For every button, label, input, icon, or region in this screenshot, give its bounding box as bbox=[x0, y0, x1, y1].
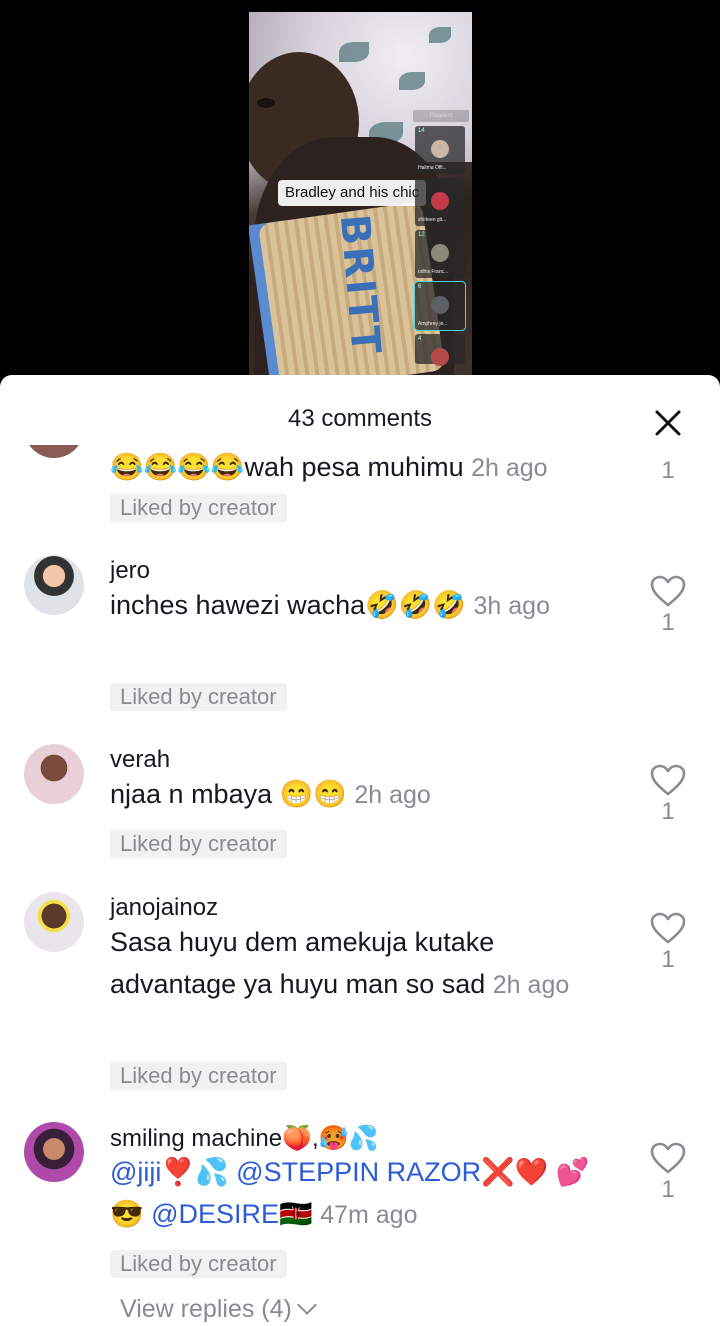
comment-item: smiling machine🍑,🥵💦 @jiji❣️💦 @STEPPIN RA… bbox=[0, 1120, 720, 1326]
comments-count-title: 43 comments bbox=[287, 405, 433, 432]
like-control[interactable]: 1 bbox=[648, 1142, 688, 1204]
close-icon bbox=[655, 410, 681, 436]
comment-time: 3h ago bbox=[473, 592, 550, 620]
comment-item: janojainoz Sasa huyu dem amekuja kutake … bbox=[0, 890, 720, 1110]
request-header[interactable]: Request bbox=[413, 110, 469, 122]
heart-icon[interactable] bbox=[650, 1142, 686, 1174]
comment-time: 47m ago bbox=[320, 1201, 418, 1229]
comment-emoji: 🇰🇪 bbox=[279, 1199, 313, 1229]
comment-item: verah njaa n mbaya 😁😁 2h ago Liked by cr… bbox=[0, 742, 720, 872]
comment-time: 2h ago bbox=[492, 971, 570, 999]
chevron-down-icon bbox=[296, 1295, 317, 1315]
heart-icon[interactable] bbox=[650, 764, 686, 796]
like-control[interactable]: 1 bbox=[648, 912, 688, 974]
like-control[interactable]: 1 bbox=[648, 575, 688, 637]
like-control[interactable]: 1 bbox=[648, 764, 688, 826]
comment-username[interactable]: smiling machine🍑,🥵💦 bbox=[110, 1124, 378, 1153]
liked-by-creator-badge: Liked by creator bbox=[110, 830, 287, 858]
guest-avatar bbox=[431, 140, 449, 158]
guest-avatar bbox=[431, 348, 449, 366]
guest-avatar bbox=[431, 244, 449, 262]
view-replies-label: View replies (4) bbox=[120, 1295, 292, 1323]
guest-name: Halima Offi... bbox=[418, 165, 447, 171]
guest-count: 6 bbox=[418, 284, 422, 290]
comment-list[interactable]: 😂😂😂😂wah pesa muhimu 2h ago Liked by crea… bbox=[0, 445, 720, 1326]
mention-link[interactable]: @jiji bbox=[110, 1157, 161, 1187]
like-count: 1 bbox=[661, 798, 675, 825]
comment-item: 😂😂😂😂wah pesa muhimu 2h ago Liked by crea… bbox=[0, 445, 720, 535]
commenter-avatar[interactable] bbox=[24, 892, 84, 952]
guest-name: Amphrey je... bbox=[418, 321, 448, 327]
guest-tile-selected[interactable]: 6 Amphrey je... bbox=[414, 281, 466, 331]
comment-username[interactable]: verah bbox=[110, 746, 170, 774]
guest-tile[interactable]: shirleen git... bbox=[415, 178, 465, 226]
comment-text: 😂😂😂😂wah pesa muhimu 2h ago bbox=[110, 446, 610, 489]
comments-sheet: 43 comments 😂😂😂😂wah pesa muhimu 2h ago L… bbox=[0, 375, 720, 1326]
guest-count: 4 bbox=[418, 336, 422, 342]
comment-username[interactable]: jero bbox=[110, 557, 150, 585]
comment-time: 2h ago bbox=[471, 454, 548, 482]
guest-avatar bbox=[431, 192, 449, 210]
guest-count: 12 bbox=[418, 232, 425, 238]
comment-item: jero inches hawezi wacha🤣🤣🤣 3h ago Liked… bbox=[0, 553, 720, 733]
heart-icon[interactable] bbox=[650, 575, 686, 607]
comment-text: @jiji❣️💦 @STEPPIN RAZOR❌❤️ 💕😎 @DESIRE🇰🇪 … bbox=[110, 1151, 610, 1236]
liked-by-creator-badge: Liked by creator bbox=[110, 1062, 287, 1090]
comment-body: 😂😂😂😂wah pesa muhimu bbox=[110, 452, 464, 482]
like-count: 1 bbox=[661, 609, 675, 636]
comment-body: Sasa huyu dem amekuja kutake advantage y… bbox=[110, 927, 495, 999]
like-count: 1 bbox=[661, 946, 675, 973]
comment-time: 2h ago bbox=[354, 781, 431, 809]
streamer-eye bbox=[257, 98, 275, 108]
guest-tile[interactable]: 12 odhis Franc... bbox=[415, 230, 465, 278]
comment-username[interactable]: janojainoz bbox=[110, 894, 218, 922]
guest-name: odhis Franc... bbox=[418, 269, 449, 275]
comment-body: inches hawezi wacha🤣🤣🤣 bbox=[110, 590, 466, 620]
view-replies-button[interactable]: View replies (4) bbox=[120, 1295, 317, 1324]
mention-link[interactable]: @DESIRE bbox=[151, 1199, 279, 1229]
mention-link[interactable]: @STEPPIN RAZOR bbox=[236, 1157, 481, 1187]
video-area[interactable]: BRITT Bradley and his chic Request 14 Ha… bbox=[0, 0, 720, 390]
wall-leaf bbox=[399, 72, 425, 90]
comment-emoji: ❣️💦 bbox=[161, 1157, 237, 1187]
guest-tile[interactable]: 4 bbox=[415, 334, 465, 366]
guest-tile[interactable]: 14 Halima Offi... bbox=[415, 126, 465, 174]
commenter-avatar[interactable] bbox=[24, 1122, 84, 1182]
close-button[interactable] bbox=[650, 405, 686, 441]
commenter-avatar[interactable] bbox=[24, 555, 84, 615]
liked-by-creator-badge: Liked by creator bbox=[110, 1250, 287, 1278]
guest-avatar bbox=[431, 296, 449, 314]
video-caption: Bradley and his chic bbox=[278, 180, 427, 206]
commenter-avatar[interactable] bbox=[24, 445, 84, 458]
comment-text: Sasa huyu dem amekuja kutake advantage y… bbox=[110, 921, 620, 1006]
liked-by-creator-badge: Liked by creator bbox=[110, 683, 287, 711]
like-control[interactable]: 1 bbox=[648, 455, 688, 485]
commenter-avatar[interactable] bbox=[24, 744, 84, 804]
like-count: 1 bbox=[661, 1176, 675, 1203]
wall-leaf bbox=[339, 42, 369, 62]
wall-leaf bbox=[429, 27, 451, 43]
like-count: 1 bbox=[661, 457, 675, 484]
comment-text: njaa n mbaya 😁😁 2h ago bbox=[110, 773, 610, 816]
liked-by-creator-badge: Liked by creator bbox=[110, 494, 287, 522]
guest-count: 14 bbox=[418, 128, 425, 134]
comment-text: inches hawezi wacha🤣🤣🤣 3h ago bbox=[110, 584, 610, 627]
heart-icon[interactable] bbox=[650, 912, 686, 944]
live-guest-panel: Request 14 Halima Offi... shirleen git..… bbox=[413, 110, 469, 366]
guest-name: shirleen git... bbox=[418, 217, 447, 223]
comment-body: njaa n mbaya 😁😁 bbox=[110, 779, 347, 809]
